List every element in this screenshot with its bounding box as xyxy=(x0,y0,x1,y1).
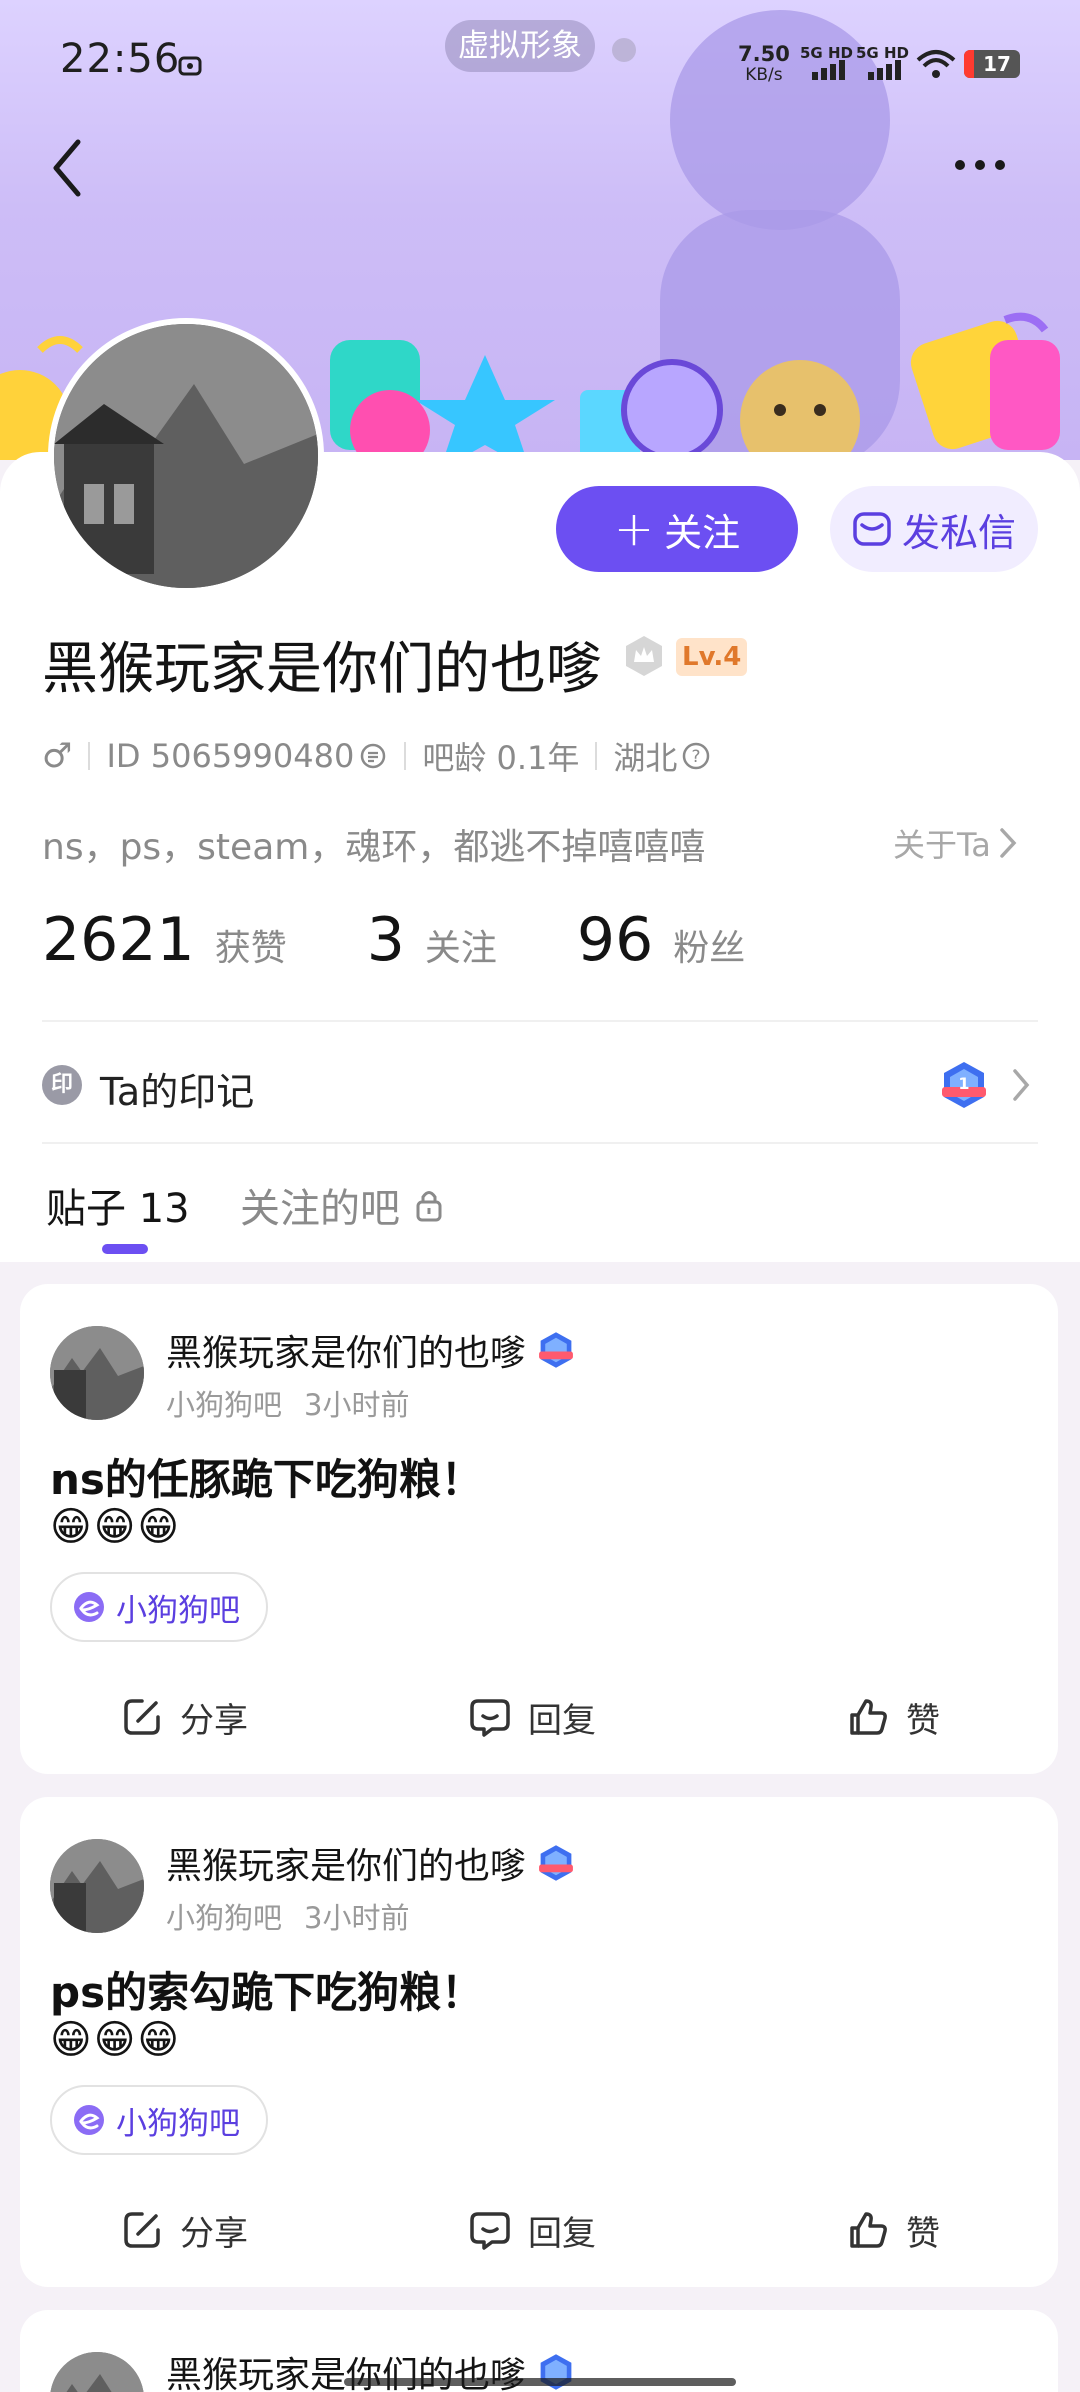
post-bar-name[interactable]: 小狗狗吧 xyxy=(166,1895,282,1937)
seal-row[interactable]: 印 Ta的印记 1 xyxy=(42,1055,1038,1115)
bar-logo-icon xyxy=(74,2105,104,2135)
tab-posts[interactable]: 贴子 13 xyxy=(46,1176,190,1234)
thumbs-up-icon xyxy=(850,1699,887,1735)
post-actions: 分享 回复 赞 xyxy=(20,2195,1058,2265)
username: 黑猴玩家是你们的也嗲 xyxy=(42,637,602,702)
back-arrow-icon[interactable] xyxy=(40,128,100,208)
rank-medal-icon: 1 xyxy=(942,1062,986,1108)
location: 湖北 xyxy=(613,739,678,777)
divider xyxy=(42,1142,1038,1144)
screen-record-icon xyxy=(178,56,202,76)
svg-text:?: ? xyxy=(692,747,701,767)
follow-button[interactable]: + 关注 xyxy=(556,486,798,572)
crown-badge-icon xyxy=(626,636,662,676)
seal-icon: 印 xyxy=(42,1065,82,1105)
following-label[interactable]: 关注 xyxy=(425,919,497,971)
send-message-button[interactable]: 发私信 xyxy=(830,486,1038,572)
post-bar-name[interactable]: 小狗狗吧 xyxy=(166,1382,282,1424)
seal-label: Ta的印记 xyxy=(100,1070,255,1114)
battery-icon: 17 xyxy=(964,50,1020,78)
post-card[interactable]: 黑猴玩家是你们的也嗲 小狗狗吧 3小时前 ps的索勾跪下吃狗粮！ 😁😁😁 小狗狗… xyxy=(20,1797,1058,2287)
avatar-image xyxy=(50,1839,144,1933)
pill-dot-indicator xyxy=(612,38,636,62)
rank-medal-icon xyxy=(540,2354,572,2390)
post-time: 3小时前 xyxy=(304,1388,410,1422)
bar-tag-chip[interactable]: 小狗狗吧 xyxy=(50,1572,268,1642)
post-meta: 小狗狗吧 3小时前 xyxy=(166,1895,409,1937)
avatar-image xyxy=(54,324,318,588)
followers-count[interactable]: 96 xyxy=(577,905,653,975)
reply-icon xyxy=(470,1699,510,1737)
divider xyxy=(42,1020,1038,1022)
thumbs-up-icon xyxy=(850,2212,887,2248)
followers-label[interactable]: 粉丝 xyxy=(673,919,745,971)
likes-count: 2621 xyxy=(42,905,195,975)
bar-tag-chip[interactable]: 小狗狗吧 xyxy=(50,2085,268,2155)
profile-bio: ns，ps，steam，魂环，都逃不掉嘻嘻嘻 xyxy=(42,827,706,868)
profile-meta-row: ♂ ID 5065990480 吧龄 0.1年 湖北 ? xyxy=(42,735,711,777)
rank-medal-icon xyxy=(539,1332,573,1368)
profile-avatar[interactable] xyxy=(48,318,324,594)
post-content: 😁😁😁 xyxy=(50,1504,182,1550)
status-bar: 22:56 虚拟形象 7.50 KB/s 5G HD 5G HD 17 xyxy=(0,0,1080,120)
svg-text:1: 1 xyxy=(958,1074,969,1093)
post-card[interactable]: 黑猴玩家是你们的也嗲 小狗狗吧 3小时前 ns的任豚跪下吃狗粮！ 😁😁😁 小狗狗… xyxy=(20,1284,1058,1774)
active-tab-indicator xyxy=(102,1244,148,1254)
lock-icon xyxy=(416,1191,442,1222)
meta-separator xyxy=(595,742,598,770)
post-content: 😁😁😁 xyxy=(50,2017,182,2063)
post-author-name[interactable]: 黑猴玩家是你们的也嗲 xyxy=(166,1324,576,1376)
battery-level-fill xyxy=(964,50,974,78)
help-icon[interactable]: ? xyxy=(681,741,711,771)
stats-row: 2621 获赞 3 关注 96 粉丝 xyxy=(42,905,745,975)
chevron-right-icon xyxy=(1013,1069,1030,1101)
rank-medal-icon xyxy=(539,1845,573,1881)
copy-icon[interactable] xyxy=(358,741,388,771)
share-icon xyxy=(124,1699,160,1735)
level-badge: Lv.4 xyxy=(676,638,748,676)
avatar-image xyxy=(50,1326,144,1420)
chevron-right-icon xyxy=(1000,828,1017,858)
home-indicator[interactable] xyxy=(344,2378,736,2386)
post-author-avatar[interactable] xyxy=(50,2352,144,2392)
reply-icon xyxy=(470,2212,510,2250)
signal-1-icon xyxy=(812,60,845,80)
meta-separator xyxy=(404,742,407,770)
following-count[interactable]: 3 xyxy=(367,905,405,975)
reply-button[interactable]: 回复 xyxy=(468,1682,596,1752)
post-actions: 分享 回复 赞 xyxy=(20,1682,1058,1752)
share-button[interactable]: 分享 xyxy=(120,2195,248,2265)
tab-followed-bars[interactable]: 关注的吧 xyxy=(240,1176,444,1234)
virtual-avatar-pill[interactable]: 虚拟形象 xyxy=(445,20,595,72)
post-author-avatar[interactable] xyxy=(50,1326,144,1420)
avatar-image xyxy=(50,2352,144,2392)
likes-label: 获赞 xyxy=(214,928,287,969)
bar-age: 吧龄 0.1年 xyxy=(422,739,580,777)
share-button[interactable]: 分享 xyxy=(120,1682,248,1752)
user-id: ID 5065990480 xyxy=(106,737,355,775)
post-title[interactable]: ns的任豚跪下吃狗粮！ xyxy=(50,1446,483,1507)
signal-2-icon xyxy=(868,60,901,80)
bar-logo-icon xyxy=(74,1592,104,1622)
post-time: 3小时前 xyxy=(304,1901,410,1935)
male-gender-icon: ♂ xyxy=(42,736,73,776)
more-options-icon[interactable] xyxy=(940,130,1020,200)
meta-separator xyxy=(88,742,91,770)
wifi-icon xyxy=(916,50,956,78)
post-meta: 小狗狗吧 3小时前 xyxy=(166,1382,409,1424)
like-button[interactable]: 赞 xyxy=(846,2195,940,2265)
reply-button[interactable]: 回复 xyxy=(468,2195,596,2265)
post-title[interactable]: ps的索勾跪下吃狗粮！ xyxy=(50,1959,483,2020)
post-author-avatar[interactable] xyxy=(50,1839,144,1933)
status-time: 22:56 xyxy=(60,36,181,82)
message-icon xyxy=(853,512,891,546)
post-author-name[interactable]: 黑猴玩家是你们的也嗲 xyxy=(166,1837,576,1889)
plus-icon: + xyxy=(613,501,655,557)
about-link[interactable]: 关于Ta xyxy=(893,820,1019,866)
like-button[interactable]: 赞 xyxy=(846,1682,940,1752)
network-speed: 7.50 KB/s xyxy=(738,42,790,86)
share-icon xyxy=(124,2212,160,2248)
